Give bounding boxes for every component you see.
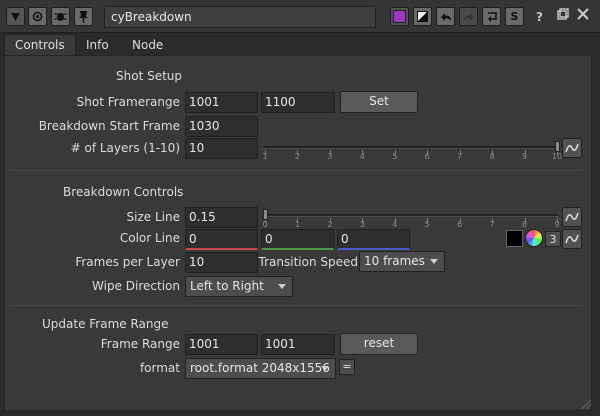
slider-tick-label: 1 — [262, 152, 268, 161]
slider-tick-label: 8 — [522, 220, 528, 229]
slider-tick-label: 5 — [424, 220, 430, 229]
chevron-down-icon — [321, 366, 329, 371]
shot-framerange-end-field[interactable]: 1100 — [261, 92, 335, 113]
resize-grip-icon[interactable] — [580, 398, 592, 413]
size-line-slider-handle[interactable] — [263, 209, 268, 220]
slider-tick-label: 4 — [359, 152, 365, 161]
slider-tick-label: 2 — [327, 220, 333, 229]
float-icon[interactable] — [557, 8, 569, 23]
redo-icon[interactable] — [459, 7, 478, 26]
format-value: root.format 2048x1556 — [190, 361, 330, 375]
color-line-green-field[interactable]: 0 — [261, 229, 334, 250]
frames-per-layer-field[interactable]: 10 — [185, 252, 258, 273]
slider-tick-label: 5 — [392, 152, 398, 161]
wipe-direction-label: Wipe Direction — [92, 279, 180, 293]
size-line-label: Size Line — [126, 210, 180, 224]
size-line-slider[interactable] — [263, 214, 559, 217]
frame-range-label: Frame Range — [100, 337, 180, 351]
slider-tick-label: 6 — [424, 152, 430, 161]
size-line-field[interactable]: 0.15 — [185, 207, 258, 228]
wipe-direction-value: Left to Right — [190, 279, 264, 293]
help-icon[interactable]: ? — [536, 10, 543, 24]
breakdown-start-frame-field[interactable]: 1030 — [185, 116, 258, 137]
frame-range-end-field[interactable]: 1001 — [261, 334, 335, 355]
layers-label: # of Layers (1-10) — [70, 141, 180, 155]
collapse-arrow-icon[interactable] — [6, 7, 25, 26]
format-eq-button[interactable]: = — [339, 359, 355, 375]
slider-tick-label: 8 — [489, 152, 495, 161]
bug-icon[interactable] — [51, 7, 70, 26]
layers-slider-handle[interactable] — [555, 141, 560, 152]
reset-button[interactable]: reset — [340, 333, 418, 355]
color-swatch[interactable] — [506, 230, 523, 247]
pin-icon[interactable] — [74, 7, 93, 26]
node-color-swatch — [393, 10, 406, 23]
slider-tick-label: 6 — [457, 220, 463, 229]
transition-speed-label: Transition Speed — [258, 255, 358, 269]
wipe-direction-dropdown[interactable]: Left to Right — [185, 276, 293, 297]
slider-tick-label: 1 — [294, 220, 300, 229]
breakdown-controls-title: Breakdown Controls — [63, 185, 184, 199]
frame-range-start-field[interactable]: 1001 — [185, 334, 258, 355]
node-name-field[interactable]: cyBreakdown — [104, 6, 376, 28]
shot-framerange-start-field[interactable]: 1001 — [185, 92, 258, 113]
slider-tick-label: 9 — [522, 152, 528, 161]
transition-speed-value: 10 frames — [364, 254, 425, 268]
slider-tick-label: 2 — [294, 152, 300, 161]
tab-controls[interactable]: Controls — [4, 34, 76, 55]
layers-field[interactable]: 10 — [185, 138, 258, 159]
format-dropdown[interactable]: root.format 2048x1556 — [185, 358, 336, 379]
slider-tick-label: 3 — [359, 220, 365, 229]
layers-slider[interactable] — [263, 146, 559, 149]
frames-per-layer-label: Frames per Layer — [75, 255, 180, 269]
center-node-icon[interactable] — [28, 7, 47, 26]
color-line-blue-field[interactable]: 0 — [337, 229, 410, 250]
layers-curve-icon[interactable] — [562, 138, 582, 158]
breakdown-start-frame-label: Breakdown Start Frame — [38, 119, 180, 133]
shot-framerange-label: Shot Framerange — [76, 95, 180, 109]
section-divider — [10, 305, 582, 306]
slider-tick-label: 7 — [489, 220, 495, 229]
format-label: format — [139, 361, 180, 375]
section-divider — [10, 170, 582, 171]
chevron-down-icon — [430, 259, 438, 264]
tab-info[interactable]: Info — [76, 35, 119, 56]
script-icon[interactable]: S — [505, 7, 524, 26]
transition-speed-dropdown[interactable]: 10 frames — [359, 251, 445, 272]
shot-setup-title: Shot Setup — [116, 69, 183, 83]
node-color-icon[interactable] — [390, 7, 409, 26]
slider-tick-label: 0 — [262, 220, 268, 229]
undo-icon[interactable] — [436, 7, 455, 26]
revert-icon[interactable] — [482, 7, 501, 26]
color-line-red-field[interactable]: 0 — [185, 229, 258, 250]
slider-tick-label: 3 — [327, 152, 333, 161]
update-frame-range-title: Update Frame Range — [42, 317, 169, 331]
color-channels-button[interactable]: 3 — [545, 231, 561, 247]
color-line-curve-icon[interactable] — [562, 229, 582, 249]
color-line-label: Color Line — [119, 231, 180, 245]
color-wheel-icon[interactable] — [525, 229, 543, 247]
close-icon[interactable] — [577, 8, 589, 23]
chevron-down-icon — [278, 284, 286, 289]
size-line-curve-icon[interactable] — [562, 207, 582, 227]
swatch-icon[interactable] — [413, 7, 432, 26]
set-button[interactable]: Set — [340, 91, 418, 113]
slider-tick-label: 7 — [457, 152, 463, 161]
slider-tick-label: 4 — [392, 220, 398, 229]
tab-node[interactable]: Node — [122, 35, 173, 56]
